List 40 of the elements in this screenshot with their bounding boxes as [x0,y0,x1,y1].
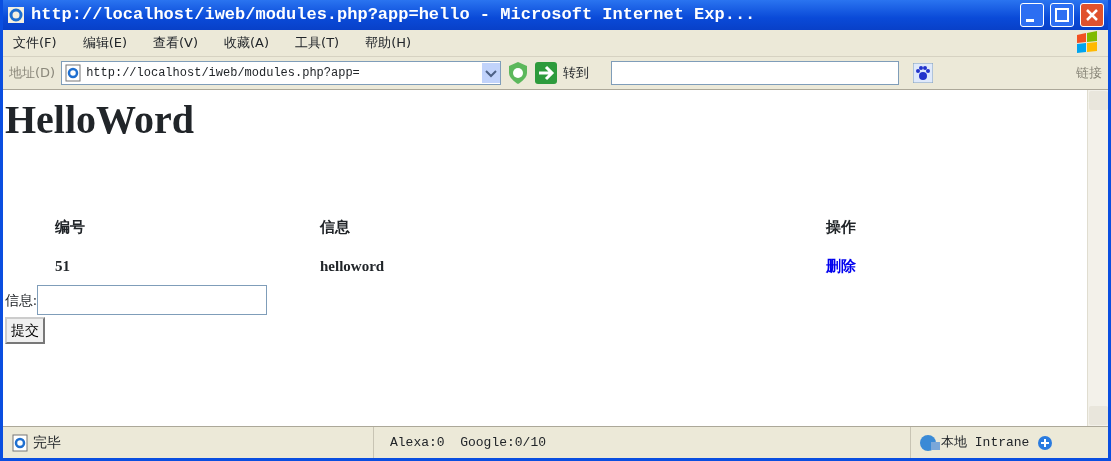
page-icon [11,433,29,452]
menu-item[interactable]: 工具(T) [295,33,340,53]
close-icon [1085,8,1099,22]
address-label: 地址(D) [9,64,56,83]
paw-icon[interactable] [913,63,934,83]
menu-item[interactable]: 帮助(H) [365,33,412,53]
go-button[interactable]: 转到 [563,63,590,83]
close-button[interactable] [1080,3,1104,27]
globe-icon [919,433,941,452]
delete-link[interactable]: 删除 [826,257,856,274]
address-field[interactable]: http://localhost/iweb/modules.php?app= [61,61,502,85]
minimize-icon [1026,18,1034,22]
windows-logo-icon [1074,31,1100,55]
menu-item[interactable]: 收藏(A) [224,33,270,53]
submit-button[interactable]: 提交 [5,317,45,344]
table-cell-text: helloword [319,256,386,276]
browser-icon [7,6,25,24]
minimize-button[interactable] [1020,3,1044,27]
column-header: 操作 [825,218,857,237]
shield-icon[interactable] [507,61,530,85]
window-title: http://localhost/iweb/modules.php?app=hello - Microsoft Internet Exp... [31,4,757,27]
arrow-icon[interactable] [535,62,558,84]
status-text: 完毕 [33,433,62,452]
page-heading: HelloWord [5,96,195,144]
maximize-icon [1055,8,1069,22]
menu-item[interactable]: 查看(V) [153,33,199,53]
search-field[interactable] [611,61,900,85]
menu-item[interactable]: 编辑(E) [82,33,127,53]
zone-text: 本地 Intrane [941,433,1030,452]
dropdown-icon[interactable] [482,63,501,83]
maximize-button[interactable] [1050,3,1074,27]
info-label: 信息: [5,291,37,310]
table-cell-text: 51 [54,256,71,276]
menu-item[interactable]: 文件(F) [13,33,57,53]
plus-icon [1037,434,1054,451]
column-header: 编号 [54,218,86,237]
stats-text: Alexa:0 Google:0/10 [390,433,548,452]
page-icon [64,64,83,82]
info-field[interactable] [36,285,267,315]
column-header: 信息 [318,218,351,237]
